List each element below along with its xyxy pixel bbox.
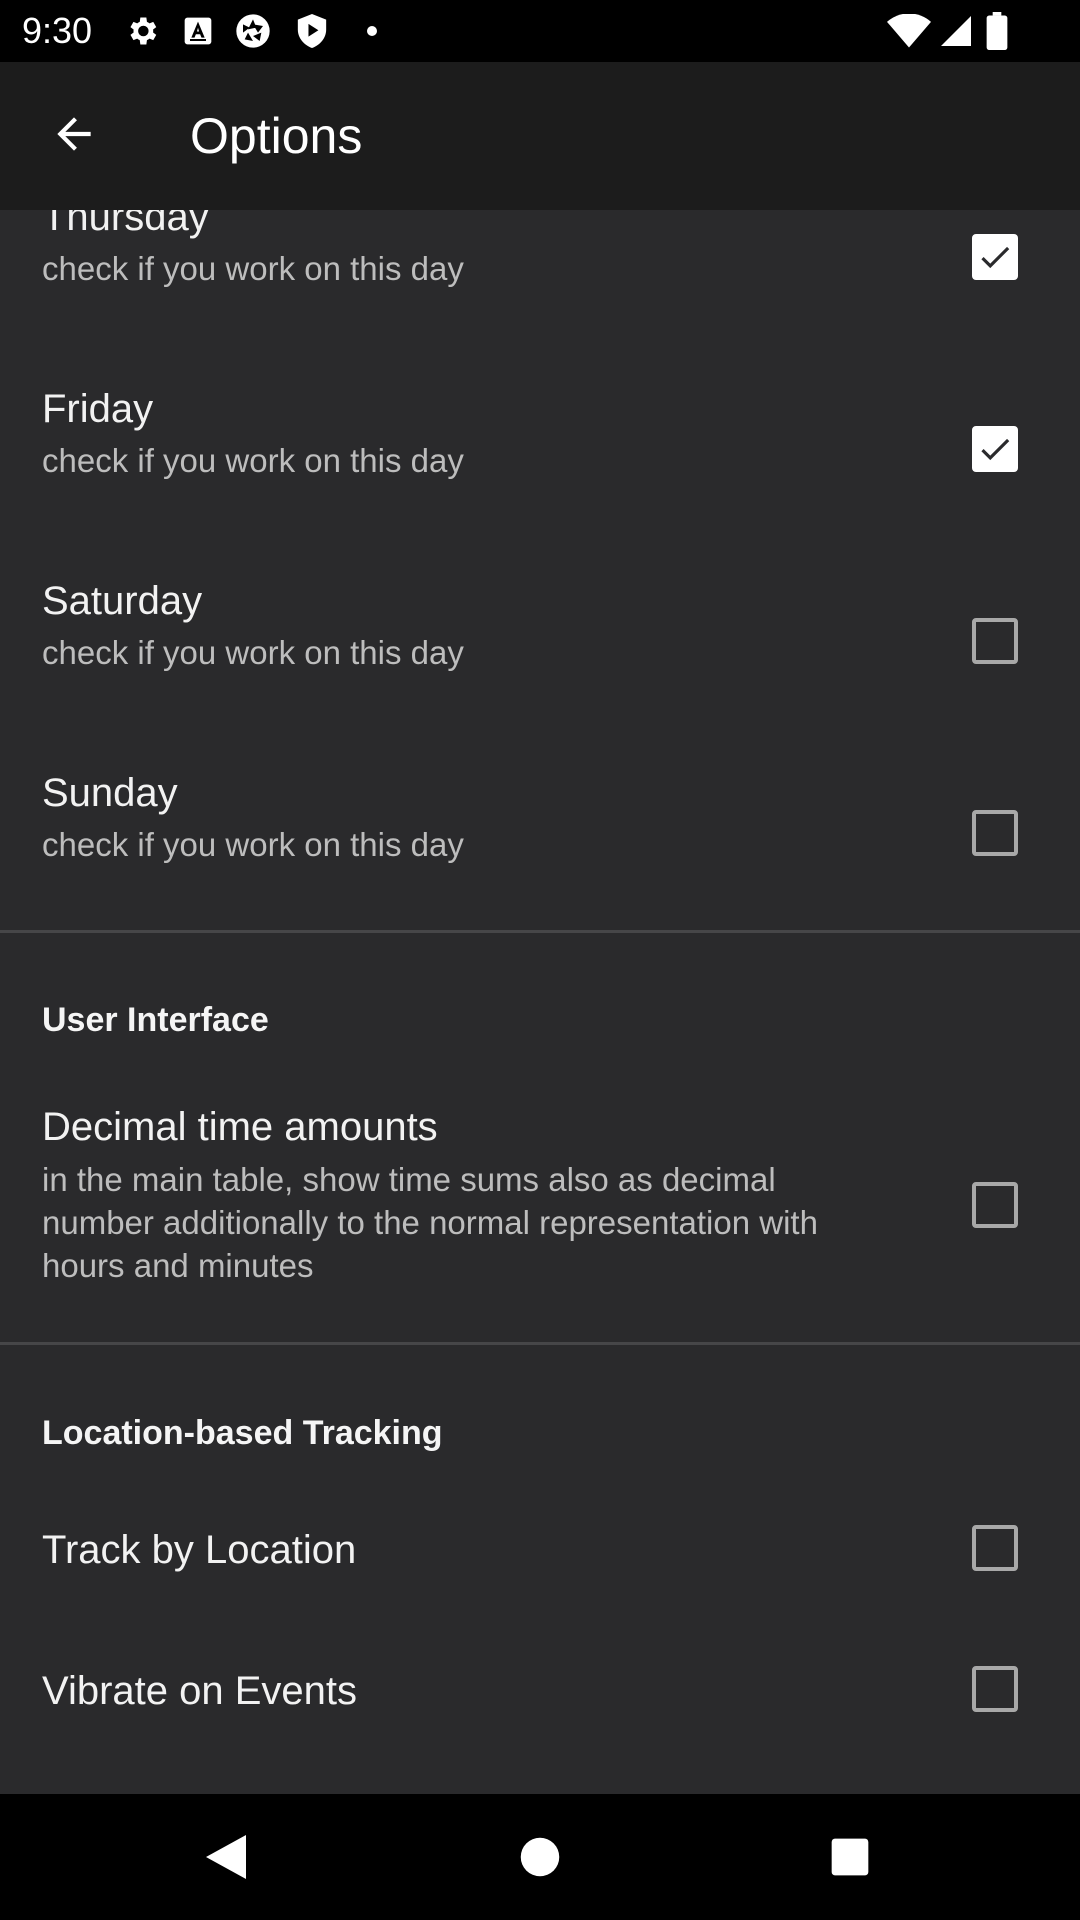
nav-back-button[interactable] [186, 1824, 266, 1890]
pref-sunday[interactable]: Sunday check if you work on this day [0, 768, 1080, 928]
friday-checkbox[interactable] [972, 426, 1018, 472]
pref-title: Vibrate on Events [42, 1669, 358, 1713]
options-screen: 9:30 Options Thursday check if you work … [0, 0, 1080, 1920]
vibrate-on-events-checkbox[interactable] [972, 1666, 1018, 1712]
wifi-icon [886, 10, 932, 52]
pref-summary: in the main table, show time sums also a… [42, 1161, 818, 1284]
check-icon [981, 246, 1010, 269]
category-location-tracking: Location-based Tracking [42, 1414, 443, 1452]
page-title: Options [190, 108, 363, 164]
cellular-signal-icon [934, 10, 978, 52]
pref-title: Decimal time amounts [42, 1105, 438, 1149]
pref-title: Saturday [42, 579, 203, 623]
nav-recents-button[interactable] [810, 1824, 890, 1890]
back-triangle-icon [206, 1835, 246, 1879]
navigation-bar [0, 1794, 1080, 1920]
pref-summary: check if you work on this day [42, 250, 464, 287]
nav-home-button[interactable] [500, 1824, 580, 1890]
battery-icon [982, 10, 1012, 52]
pref-friday[interactable]: Friday check if you work on this day [0, 384, 1080, 576]
divider [0, 930, 1080, 933]
check-icon [981, 438, 1010, 461]
shield-play-icon [292, 10, 332, 52]
pref-summary: check if you work on this day [42, 634, 464, 671]
home-circle-icon [520, 1837, 560, 1877]
dot-icon [362, 10, 382, 52]
pref-decimal-time[interactable]: Decimal time amounts in the main table, … [0, 1105, 1080, 1310]
pref-title: Sunday [42, 771, 178, 815]
recents-square-icon [831, 1838, 869, 1876]
pref-vibrate-on-events[interactable]: Vibrate on Events [0, 1640, 1080, 1780]
decimal-time-checkbox[interactable] [972, 1182, 1018, 1228]
pref-summary: check if you work on this day [42, 826, 464, 863]
status-bar: 9:30 [0, 0, 1080, 62]
pref-thursday[interactable]: Thursday check if you work on this day [0, 210, 1080, 384]
preferences-list[interactable]: Thursday check if you work on this day F… [0, 210, 1080, 1794]
sunday-checkbox[interactable] [972, 810, 1018, 856]
gear-icon [120, 10, 164, 52]
pref-title: Track by Location [42, 1528, 357, 1572]
app-bar: Options [0, 62, 1080, 210]
category-user-interface: User Interface [42, 1001, 269, 1039]
saturday-checkbox[interactable] [972, 618, 1018, 664]
pref-saturday[interactable]: Saturday check if you work on this day [0, 576, 1080, 768]
arrow-back-icon [49, 109, 99, 164]
pref-title: Thursday [42, 210, 209, 239]
camera-aperture-icon [230, 10, 276, 52]
pref-track-by-location[interactable]: Track by Location [0, 1500, 1080, 1640]
divider [0, 1342, 1080, 1345]
pref-summary: check if you work on this day [42, 442, 464, 479]
thursday-checkbox[interactable] [972, 234, 1018, 280]
status-time: 9:30 [22, 10, 93, 51]
pref-title: Friday [42, 387, 154, 431]
font-icon [178, 10, 218, 52]
track-by-location-checkbox[interactable] [972, 1525, 1018, 1571]
back-button[interactable] [30, 102, 118, 170]
